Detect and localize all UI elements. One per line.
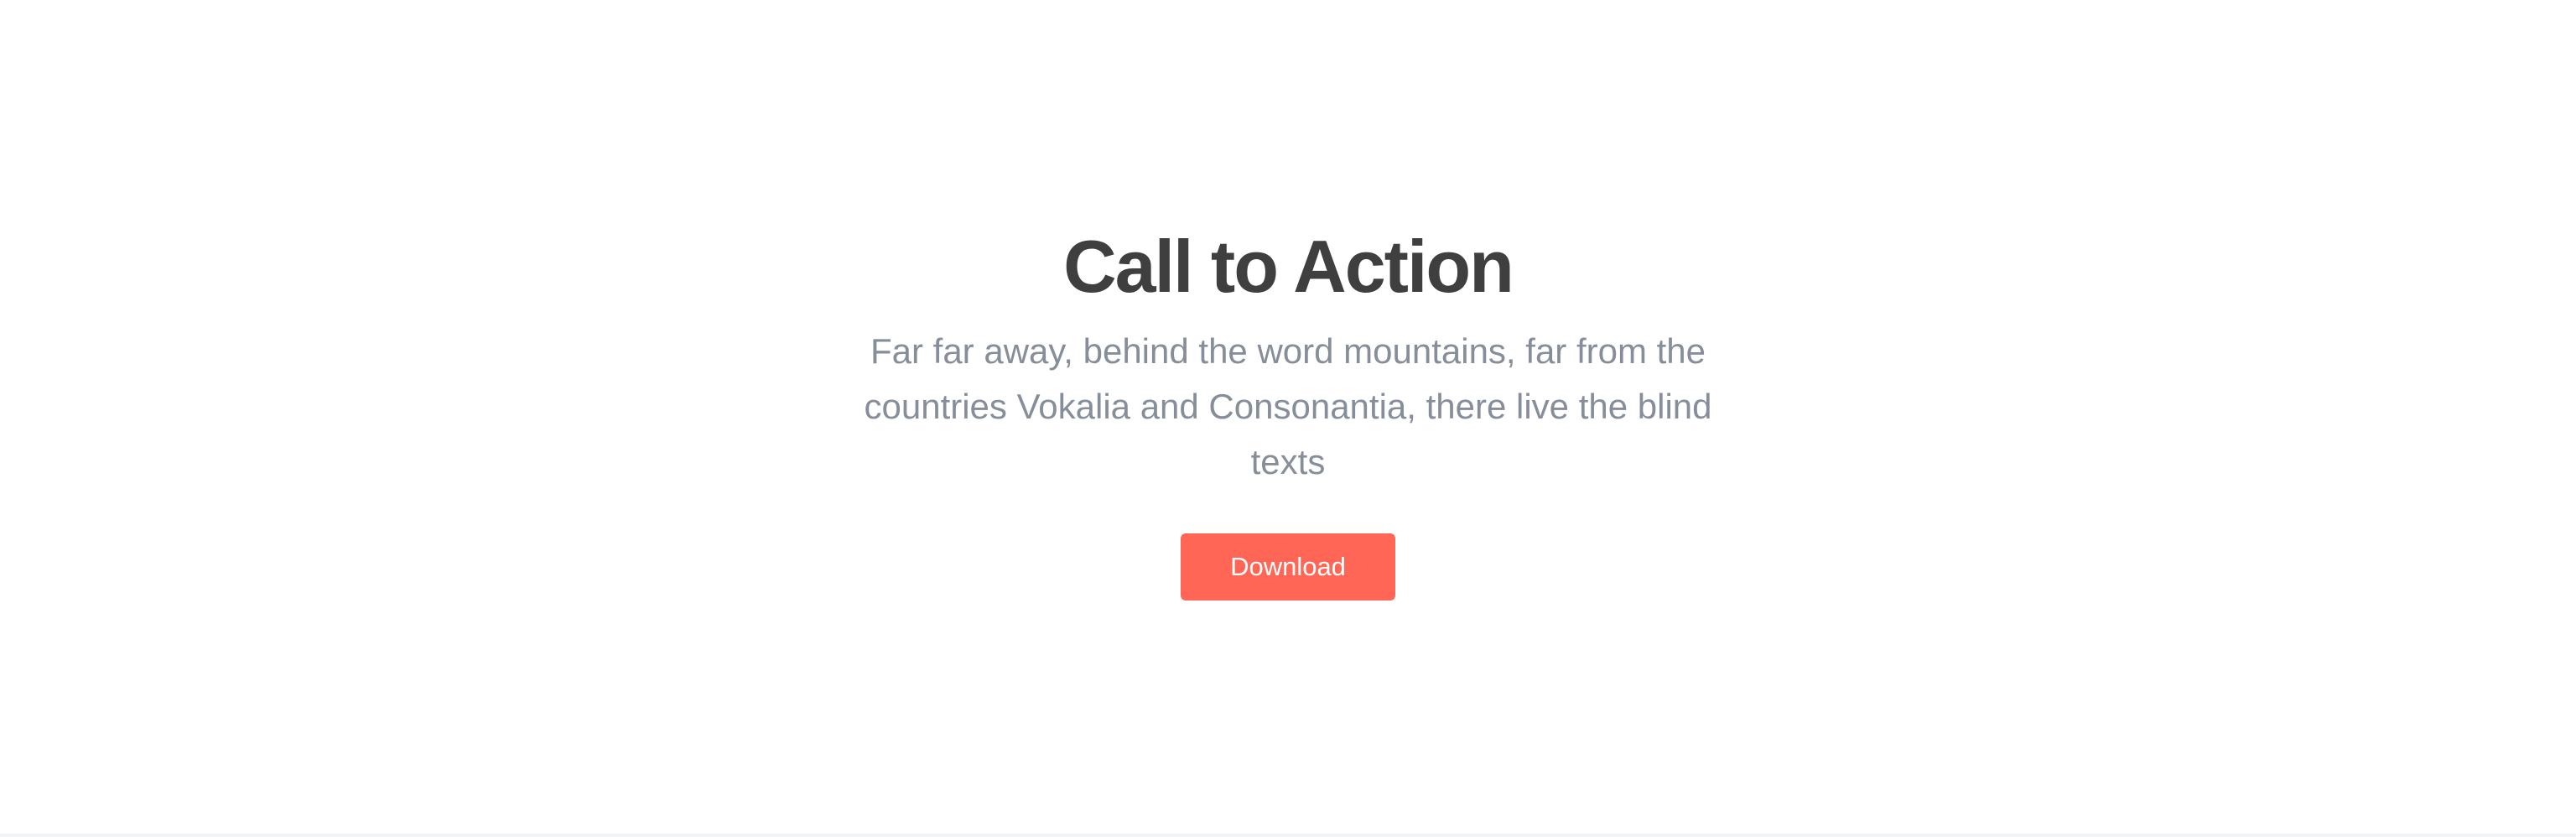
call-to-action-section: Call to Action Far far away, behind the … [0, 0, 2576, 834]
download-button[interactable]: Download [1181, 533, 1395, 600]
cta-description: Far far away, behind the word mountains,… [864, 331, 1712, 481]
cta-title: Call to Action [1063, 225, 1514, 308]
call-to-action-content: Call to Action Far far away, behind the … [0, 0, 2576, 600]
section-divider [0, 834, 2576, 837]
